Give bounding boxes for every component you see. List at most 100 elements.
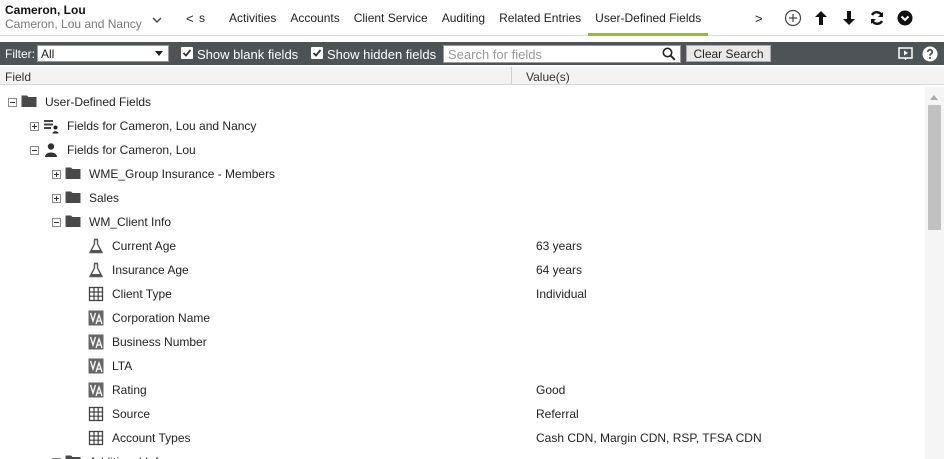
show-hidden-label[interactable]: Show hidden fields (327, 47, 436, 62)
tree-row-label: WM_Client Info (89, 215, 172, 229)
household-icon (43, 118, 59, 134)
flask-icon (88, 238, 104, 254)
tab-user-defined-fields[interactable]: User-Defined Fields (588, 0, 709, 36)
tree-row-label: Business Number (112, 335, 207, 349)
filter-dropdown-value: All (41, 47, 55, 61)
tree-row[interactable]: Sales (0, 185, 925, 209)
clear-search-button[interactable]: Clear Search (686, 45, 771, 62)
toolbar-actions (782, 8, 922, 28)
text-field-icon (88, 382, 104, 398)
contact-selector[interactable]: Cameron, Lou Cameron, Lou and Nancy (5, 4, 180, 34)
folder-icon (65, 454, 81, 459)
column-header-field[interactable]: Field (5, 70, 31, 84)
tree-row-label: Fields for Cameron, Lou and Nancy (67, 119, 257, 133)
tab-activities[interactable]: Activities (222, 0, 283, 36)
show-blank-label[interactable]: Show blank fields (197, 47, 298, 62)
tree-row[interactable]: WME_Group Insurance - Members (0, 161, 925, 185)
tree-row-label: User-Defined Fields (45, 95, 152, 109)
tree-row-label: Rating (112, 383, 147, 397)
tab-scroll-left-button[interactable]: < (186, 11, 194, 26)
help-icon[interactable] (921, 45, 939, 63)
checkmark-icon (182, 49, 192, 57)
tree-row-label: Corporation Name (112, 311, 211, 325)
tab-auditing[interactable]: Auditing (435, 0, 492, 36)
tree-row[interactable]: Rating Good (0, 377, 925, 401)
scroll-up-arrow-icon[interactable] (930, 95, 938, 100)
search-icon[interactable] (662, 47, 676, 61)
tree-row[interactable]: WM_Client Info (0, 209, 925, 233)
tree-row[interactable]: Corporation Name (0, 305, 925, 329)
tab-client-service[interactable]: Client Service (347, 0, 435, 36)
folder-icon (65, 214, 81, 230)
tree-row-label: Current Age (112, 239, 177, 253)
person-icon (43, 142, 59, 158)
tree-row[interactable]: Insurance Age 64 years (0, 257, 925, 281)
tree-row-value: Referral (536, 407, 579, 421)
show-hidden-checkbox[interactable] (311, 47, 323, 59)
tree-row-label: Insurance Age (112, 263, 189, 277)
search-box (443, 45, 681, 63)
tab-related-entries[interactable]: Related Entries (492, 0, 588, 36)
chevron-down-circle-icon[interactable] (894, 8, 916, 28)
tree-row-value: 64 years (536, 263, 583, 277)
text-field-icon (88, 358, 104, 374)
tab-accounts[interactable]: Accounts (283, 0, 346, 36)
grid-icon (88, 286, 104, 302)
tree-row[interactable]: Client Type Individual (0, 281, 925, 305)
tree-row[interactable]: Business Number (0, 329, 925, 353)
collapse-toggle-icon[interactable] (52, 218, 61, 227)
text-field-icon (88, 334, 104, 350)
tree-row[interactable]: Account Types Cash CDN, Margin CDN, RSP, … (0, 425, 925, 449)
expand-toggle-icon[interactable] (52, 170, 61, 179)
tree-row-label: Sales (89, 191, 120, 205)
tree-row[interactable]: User-Defined Fields (0, 89, 925, 113)
folder-icon (21, 94, 37, 110)
tree-row-value: Cash CDN, Margin CDN, RSP, TFSA CDN (536, 431, 762, 445)
collapse-toggle-icon[interactable] (8, 98, 17, 107)
grid-icon (88, 430, 104, 446)
refresh-icon[interactable] (866, 8, 888, 28)
tree-row[interactable]: Source Referral (0, 401, 925, 425)
filter-bar: Filter: All Show blank fields Show hidde… (0, 42, 944, 65)
checkmark-icon (312, 49, 322, 57)
tree-row-label: LTA (112, 359, 133, 373)
arrow-up-icon[interactable] (810, 8, 832, 28)
tree-row[interactable]: Current Age 63 years (0, 233, 925, 257)
tab-partial[interactable]: s (199, 11, 205, 25)
add-circle-icon[interactable] (782, 8, 804, 28)
expand-toggle-icon[interactable] (30, 122, 39, 131)
tree-row-label: Client Type (112, 287, 172, 301)
tree-row-value: Individual (536, 287, 587, 301)
filter-dropdown[interactable]: All (37, 45, 169, 62)
scroll-thumb[interactable] (928, 105, 941, 230)
arrow-down-icon[interactable] (838, 8, 860, 28)
tree-row-label: WME_Group Insurance - Members (89, 167, 276, 181)
flask-icon (88, 262, 104, 278)
field-tree: User-Defined Fields Fields for Cameron, L… (0, 87, 925, 459)
top-nav-bar: Cameron, Lou Cameron, Lou and Nancy < s … (0, 0, 944, 36)
tree-row-label: Source (112, 407, 151, 421)
folder-icon (65, 190, 81, 206)
folder-icon (65, 166, 81, 182)
column-header-row: Field Value(s) (0, 67, 944, 85)
vertical-scrollbar[interactable] (925, 87, 944, 459)
tree-row[interactable]: Fields for Cameron, Lou and Nancy (0, 113, 925, 137)
chevron-down-icon (152, 17, 162, 23)
column-header-values[interactable]: Value(s) (526, 70, 570, 84)
tree-row[interactable]: Additional Info (0, 449, 925, 459)
tree-row[interactable]: LTA (0, 353, 925, 377)
present-icon[interactable] (896, 45, 914, 63)
column-separator[interactable] (511, 67, 512, 85)
tab-scroll-right-button[interactable]: > (755, 11, 763, 26)
tree-row-label: Account Types (112, 431, 191, 445)
grid-icon (88, 406, 104, 422)
tree-row-label: Additional Info (89, 455, 165, 459)
tree-row[interactable]: Fields for Cameron, Lou (0, 137, 925, 161)
show-blank-checkbox[interactable] (181, 47, 193, 59)
tree-row-value: 63 years (536, 239, 583, 253)
expand-toggle-icon[interactable] (52, 194, 61, 203)
text-field-icon (88, 310, 104, 326)
search-input[interactable] (444, 46, 654, 62)
tree-row-label: Fields for Cameron, Lou (67, 143, 196, 157)
collapse-toggle-icon[interactable] (30, 146, 39, 155)
